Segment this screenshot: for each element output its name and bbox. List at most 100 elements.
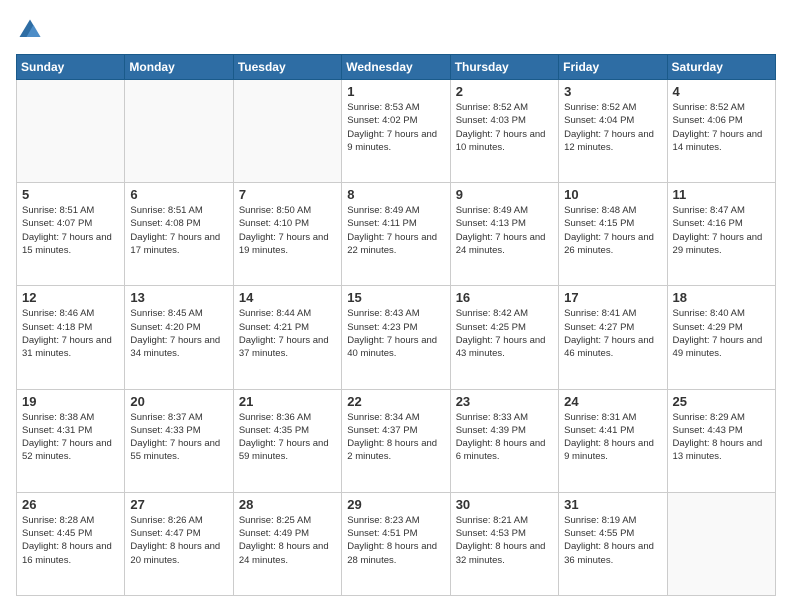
day-number: 30 <box>456 497 553 512</box>
calendar-cell: 29Sunrise: 8:23 AM Sunset: 4:51 PM Dayli… <box>342 492 450 595</box>
day-number: 16 <box>456 290 553 305</box>
weekday-monday: Monday <box>125 55 233 80</box>
day-number: 6 <box>130 187 227 202</box>
calendar-cell: 25Sunrise: 8:29 AM Sunset: 4:43 PM Dayli… <box>667 389 775 492</box>
day-number: 31 <box>564 497 661 512</box>
page: SundayMondayTuesdayWednesdayThursdayFrid… <box>0 0 792 612</box>
calendar-cell: 12 Sunrise: 8:46 AM Sunset: 4:18 PM Dayli… <box>17 286 125 389</box>
day-info: Sunrise: 8:53 AM Sunset: 4:02 PM Dayligh… <box>347 101 444 154</box>
calendar-cell: 1 Sunrise: 8:53 AM Sunset: 4:02 PM Daylig… <box>342 80 450 183</box>
day-number: 5 <box>22 187 119 202</box>
weekday-friday: Friday <box>559 55 667 80</box>
day-number: 14 <box>239 290 336 305</box>
day-info: Sunrise: 8:41 AM Sunset: 4:27 PM Dayligh… <box>564 307 661 360</box>
calendar-cell <box>667 492 775 595</box>
calendar-cell: 16 Sunrise: 8:42 AM Sunset: 4:25 PM Dayli… <box>450 286 558 389</box>
calendar-cell: 22Sunrise: 8:34 AM Sunset: 4:37 PM Dayli… <box>342 389 450 492</box>
day-info: Sunrise: 8:23 AM Sunset: 4:51 PM Dayligh… <box>347 514 444 567</box>
day-info: Sunrise: 8:38 AM Sunset: 4:31 PM Dayligh… <box>22 411 119 464</box>
day-number: 9 <box>456 187 553 202</box>
week-row-4: 19 Sunrise: 8:38 AM Sunset: 4:31 PM Dayli… <box>17 389 776 492</box>
day-info: Sunrise: 8:42 AM Sunset: 4:25 PM Dayligh… <box>456 307 553 360</box>
day-number: 17 <box>564 290 661 305</box>
day-info: Sunrise: 8:25 AM Sunset: 4:49 PM Dayligh… <box>239 514 336 567</box>
calendar-table: SundayMondayTuesdayWednesdayThursdayFrid… <box>16 54 776 596</box>
day-info: Sunrise: 8:50 AM Sunset: 4:10 PM Dayligh… <box>239 204 336 257</box>
calendar-cell: 15 Sunrise: 8:43 AM Sunset: 4:23 PM Dayli… <box>342 286 450 389</box>
day-info: Sunrise: 8:47 AM Sunset: 4:16 PM Dayligh… <box>673 204 770 257</box>
calendar-cell: 5 Sunrise: 8:51 AM Sunset: 4:07 PM Daylig… <box>17 183 125 286</box>
weekday-wednesday: Wednesday <box>342 55 450 80</box>
day-number: 13 <box>130 290 227 305</box>
weekday-header-row: SundayMondayTuesdayWednesdayThursdayFrid… <box>17 55 776 80</box>
day-info: Sunrise: 8:26 AM Sunset: 4:47 PM Dayligh… <box>130 514 227 567</box>
calendar-cell <box>125 80 233 183</box>
calendar-cell: 13 Sunrise: 8:45 AM Sunset: 4:20 PM Dayli… <box>125 286 233 389</box>
day-number: 3 <box>564 84 661 99</box>
logo-icon <box>16 16 44 44</box>
day-info: Sunrise: 8:36 AM Sunset: 4:35 PM Dayligh… <box>239 411 336 464</box>
day-info: Sunrise: 8:52 AM Sunset: 4:06 PM Dayligh… <box>673 101 770 154</box>
week-row-1: 1 Sunrise: 8:53 AM Sunset: 4:02 PM Daylig… <box>17 80 776 183</box>
day-info: Sunrise: 8:28 AM Sunset: 4:45 PM Dayligh… <box>22 514 119 567</box>
calendar-cell: 3 Sunrise: 8:52 AM Sunset: 4:04 PM Daylig… <box>559 80 667 183</box>
calendar-cell <box>233 80 341 183</box>
calendar-cell: 4 Sunrise: 8:52 AM Sunset: 4:06 PM Daylig… <box>667 80 775 183</box>
day-number: 1 <box>347 84 444 99</box>
day-number: 27 <box>130 497 227 512</box>
calendar-cell: 19 Sunrise: 8:38 AM Sunset: 4:31 PM Dayli… <box>17 389 125 492</box>
calendar-cell: 7 Sunrise: 8:50 AM Sunset: 4:10 PM Daylig… <box>233 183 341 286</box>
day-info: Sunrise: 8:51 AM Sunset: 4:08 PM Dayligh… <box>130 204 227 257</box>
day-number: 18 <box>673 290 770 305</box>
day-info: Sunrise: 8:51 AM Sunset: 4:07 PM Dayligh… <box>22 204 119 257</box>
day-info: Sunrise: 8:48 AM Sunset: 4:15 PM Dayligh… <box>564 204 661 257</box>
calendar-cell: 27 Sunrise: 8:26 AM Sunset: 4:47 PM Dayli… <box>125 492 233 595</box>
weekday-saturday: Saturday <box>667 55 775 80</box>
calendar-cell: 9 Sunrise: 8:49 AM Sunset: 4:13 PM Daylig… <box>450 183 558 286</box>
day-number: 19 <box>22 394 119 409</box>
day-info: Sunrise: 8:52 AM Sunset: 4:04 PM Dayligh… <box>564 101 661 154</box>
day-info: Sunrise: 8:45 AM Sunset: 4:20 PM Dayligh… <box>130 307 227 360</box>
day-number: 12 <box>22 290 119 305</box>
day-number: 4 <box>673 84 770 99</box>
calendar-cell: 10 Sunrise: 8:48 AM Sunset: 4:15 PM Dayli… <box>559 183 667 286</box>
day-number: 10 <box>564 187 661 202</box>
calendar-cell: 31 Sunrise: 8:19 AM Sunset: 4:55 PM Dayli… <box>559 492 667 595</box>
calendar-cell <box>17 80 125 183</box>
day-number: 26 <box>22 497 119 512</box>
day-number: 22 <box>347 394 444 409</box>
day-info: Sunrise: 8:44 AM Sunset: 4:21 PM Dayligh… <box>239 307 336 360</box>
week-row-3: 12 Sunrise: 8:46 AM Sunset: 4:18 PM Dayli… <box>17 286 776 389</box>
day-info: Sunrise: 8:43 AM Sunset: 4:23 PM Dayligh… <box>347 307 444 360</box>
week-row-2: 5 Sunrise: 8:51 AM Sunset: 4:07 PM Daylig… <box>17 183 776 286</box>
day-number: 28 <box>239 497 336 512</box>
day-number: 11 <box>673 187 770 202</box>
calendar-cell: 2Sunrise: 8:52 AM Sunset: 4:03 PM Daylig… <box>450 80 558 183</box>
day-info: Sunrise: 8:33 AM Sunset: 4:39 PM Dayligh… <box>456 411 553 464</box>
day-number: 8 <box>347 187 444 202</box>
day-number: 20 <box>130 394 227 409</box>
calendar-cell: 23Sunrise: 8:33 AM Sunset: 4:39 PM Dayli… <box>450 389 558 492</box>
header <box>16 16 776 44</box>
calendar-cell: 26 Sunrise: 8:28 AM Sunset: 4:45 PM Dayli… <box>17 492 125 595</box>
calendar-cell: 6 Sunrise: 8:51 AM Sunset: 4:08 PM Daylig… <box>125 183 233 286</box>
day-info: Sunrise: 8:46 AM Sunset: 4:18 PM Dayligh… <box>22 307 119 360</box>
calendar-cell: 14 Sunrise: 8:44 AM Sunset: 4:21 PM Dayli… <box>233 286 341 389</box>
calendar-cell: 28 Sunrise: 8:25 AM Sunset: 4:49 PM Dayli… <box>233 492 341 595</box>
day-info: Sunrise: 8:40 AM Sunset: 4:29 PM Dayligh… <box>673 307 770 360</box>
calendar-cell: 24Sunrise: 8:31 AM Sunset: 4:41 PM Dayli… <box>559 389 667 492</box>
calendar-cell: 8Sunrise: 8:49 AM Sunset: 4:11 PM Daylig… <box>342 183 450 286</box>
calendar-cell: 30Sunrise: 8:21 AM Sunset: 4:53 PM Dayli… <box>450 492 558 595</box>
day-info: Sunrise: 8:31 AM Sunset: 4:41 PM Dayligh… <box>564 411 661 464</box>
day-info: Sunrise: 8:29 AM Sunset: 4:43 PM Dayligh… <box>673 411 770 464</box>
day-number: 7 <box>239 187 336 202</box>
week-row-5: 26 Sunrise: 8:28 AM Sunset: 4:45 PM Dayli… <box>17 492 776 595</box>
day-info: Sunrise: 8:37 AM Sunset: 4:33 PM Dayligh… <box>130 411 227 464</box>
weekday-tuesday: Tuesday <box>233 55 341 80</box>
day-number: 15 <box>347 290 444 305</box>
day-number: 2 <box>456 84 553 99</box>
day-info: Sunrise: 8:49 AM Sunset: 4:13 PM Dayligh… <box>456 204 553 257</box>
calendar-cell: 17 Sunrise: 8:41 AM Sunset: 4:27 PM Dayli… <box>559 286 667 389</box>
day-info: Sunrise: 8:19 AM Sunset: 4:55 PM Dayligh… <box>564 514 661 567</box>
calendar-cell: 20 Sunrise: 8:37 AM Sunset: 4:33 PM Dayli… <box>125 389 233 492</box>
